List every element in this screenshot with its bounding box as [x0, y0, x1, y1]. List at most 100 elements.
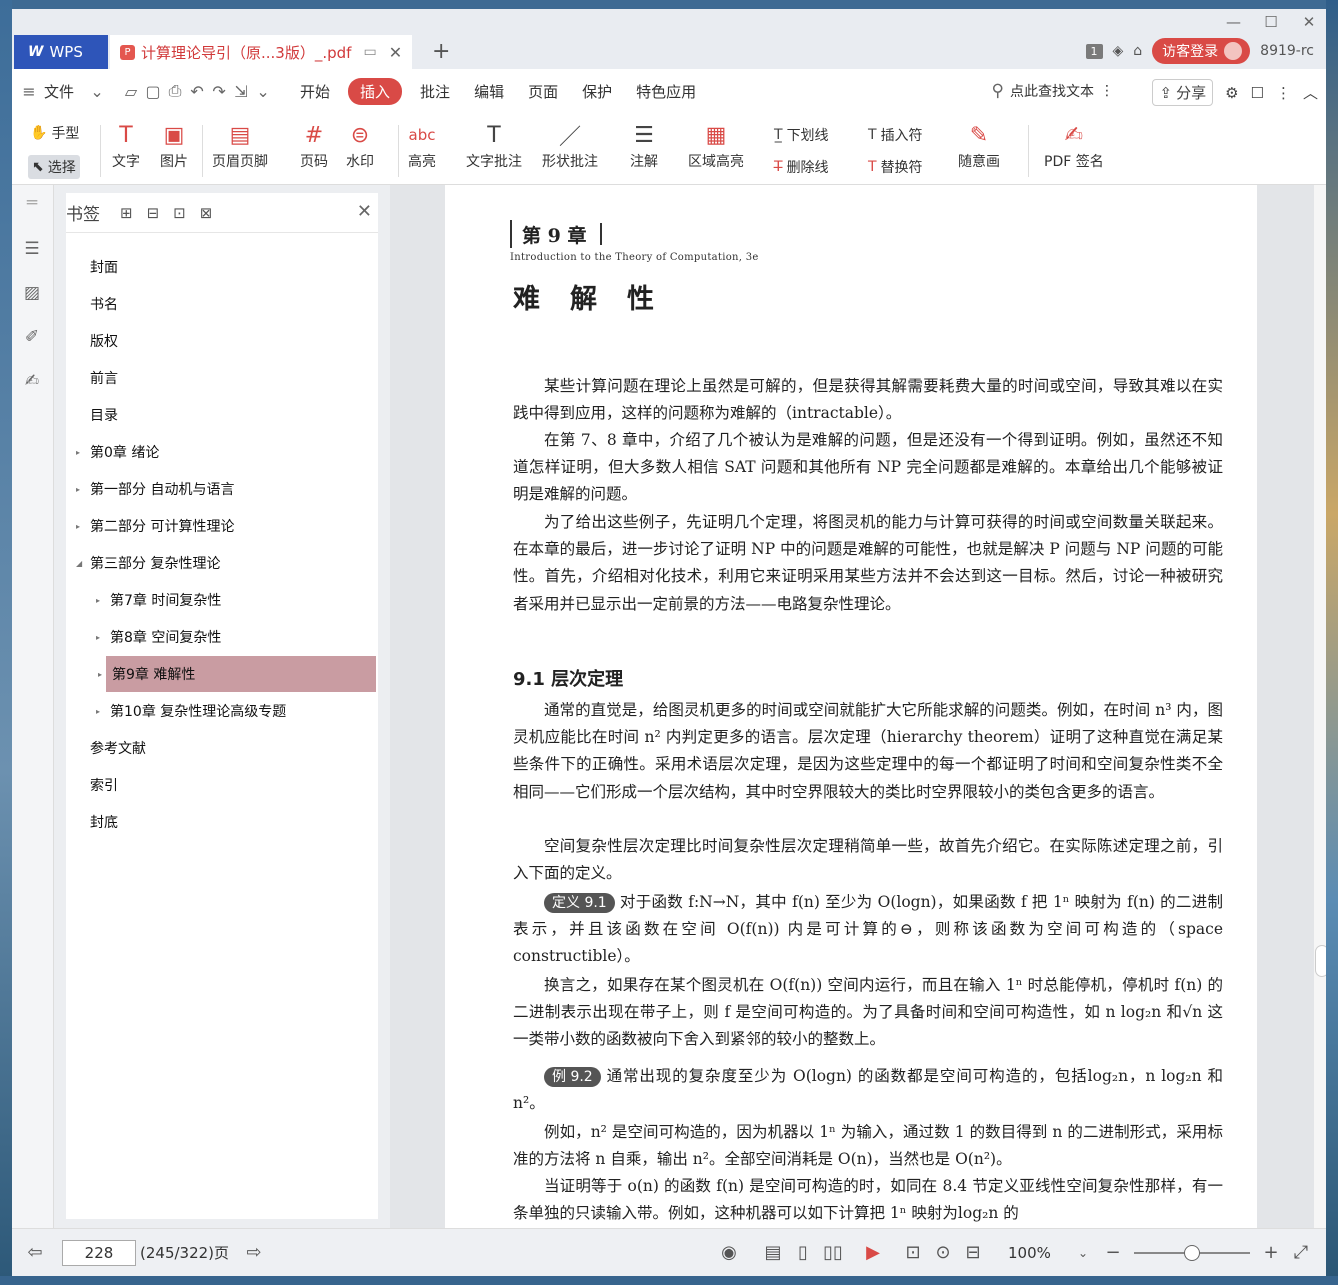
- kebab-icon[interactable]: ⋮: [1100, 83, 1114, 99]
- fit-width-icon[interactable]: ⊟: [958, 1242, 988, 1263]
- replace-char-button[interactable]: T 替换符: [868, 157, 923, 177]
- bookmark-panel-icon[interactable]: ☰: [22, 239, 42, 259]
- settings-gear-icon[interactable]: ⚙: [1225, 84, 1238, 102]
- fullscreen-icon[interactable]: ⤢: [1286, 1242, 1316, 1263]
- tab-insert[interactable]: 插入: [348, 77, 403, 105]
- bookmark-item[interactable]: ▸ 第二部分 可计算性理论: [66, 508, 378, 544]
- skin-icon[interactable]: ◈: [1113, 43, 1124, 59]
- collapse-ribbon-icon[interactable]: ︿: [1303, 82, 1318, 103]
- tab-annotate[interactable]: 批注: [408, 81, 462, 102]
- monitor-icon[interactable]: ▭: [363, 44, 376, 60]
- login-button[interactable]: 访客登录: [1152, 38, 1251, 64]
- redo-icon[interactable]: ↷: [208, 82, 230, 101]
- bookmark-item[interactable]: 目录: [66, 397, 378, 433]
- eye-protection-icon[interactable]: ◉: [714, 1242, 744, 1263]
- highlight-button[interactable]: abc 高亮: [408, 119, 436, 171]
- caret-right-icon[interactable]: ▸: [96, 707, 106, 716]
- close-window-icon[interactable]: ✕: [1302, 13, 1316, 31]
- tab-wps-home[interactable]: W WPS: [14, 35, 108, 69]
- comment-button[interactable]: ☰ 注解: [630, 119, 658, 171]
- shape-annotation-button[interactable]: ／ 形状批注: [542, 119, 598, 171]
- bookmark-item[interactable]: 参考文献: [66, 730, 378, 766]
- maximize-icon[interactable]: ☐: [1264, 13, 1278, 31]
- bookmark-item[interactable]: ▸ 第7章 时间复杂性: [66, 582, 378, 618]
- share-button[interactable]: ⇪ 分享: [1152, 79, 1214, 106]
- tab-protect[interactable]: 保护: [570, 81, 624, 102]
- bookmark-item[interactable]: ▸ 第0章 绪论: [66, 434, 378, 470]
- close-sidebar-icon[interactable]: ✕: [357, 201, 372, 222]
- caret-right-icon[interactable]: ▸: [96, 596, 106, 605]
- pdf-sign-button[interactable]: ✍ PDF 签名: [1044, 119, 1104, 171]
- hamburger-icon[interactable]: ≡: [18, 82, 40, 101]
- save-icon[interactable]: ▢: [142, 82, 164, 101]
- add-sub-bookmark-icon[interactable]: ⊟: [147, 204, 160, 222]
- bookmark-item[interactable]: ▸ 第一部分 自动机与语言: [66, 471, 378, 507]
- insert-image-button[interactable]: ▣ 图片: [160, 119, 188, 171]
- caret-down-icon[interactable]: ◢: [76, 559, 86, 568]
- header-footer-button[interactable]: ▤ 页眉页脚: [212, 119, 268, 171]
- window-count-badge[interactable]: 1: [1085, 43, 1103, 59]
- scrollbar-thumb[interactable]: [1315, 945, 1326, 977]
- page-number-input[interactable]: 228: [62, 1239, 136, 1266]
- zoom-level[interactable]: 100%: [1008, 1244, 1068, 1262]
- double-page-icon[interactable]: ▯▯: [818, 1242, 848, 1263]
- thumbnail-panel-icon[interactable]: ▨: [22, 283, 42, 303]
- search-box[interactable]: ⚲ 点此查找文本 ⋮: [992, 81, 1114, 101]
- bookmark-item[interactable]: ◢ 第三部分 复杂性理论: [66, 545, 378, 581]
- hand-tool-button[interactable]: ✋ 手型: [30, 123, 79, 143]
- tab-start[interactable]: 开始: [288, 81, 342, 102]
- tab-special[interactable]: 特色应用: [624, 81, 708, 102]
- print-icon[interactable]: ⎙: [164, 81, 186, 101]
- more-dropdown-icon[interactable]: ⌄: [252, 82, 274, 101]
- play-icon[interactable]: ▶: [858, 1242, 888, 1263]
- single-page-icon[interactable]: ▯: [788, 1242, 818, 1263]
- close-tab-icon[interactable]: ✕: [389, 43, 402, 62]
- bookmark-item[interactable]: 封面: [66, 249, 378, 285]
- underline-button[interactable]: T̲ 下划线: [774, 125, 829, 145]
- minimize-icon[interactable]: —: [1226, 13, 1241, 31]
- bookmark-options-icon[interactable]: ⊠: [200, 204, 213, 222]
- text-annotation-button[interactable]: T 文字批注: [466, 119, 522, 171]
- file-menu[interactable]: 文件: [40, 81, 86, 102]
- freehand-button[interactable]: ✎ 随意画: [958, 119, 1000, 171]
- bookmark-item[interactable]: ▸ 第10章 复杂性理论高级专题: [66, 693, 378, 729]
- zoom-in-icon[interactable]: +: [1256, 1242, 1286, 1263]
- caret-right-icon[interactable]: ▸: [98, 670, 108, 679]
- bookmark-item[interactable]: 前言: [66, 360, 378, 396]
- new-tab-button[interactable]: +: [432, 39, 450, 64]
- annotation-panel-icon[interactable]: ✐: [22, 327, 42, 347]
- bookmark-item[interactable]: 封底: [66, 804, 378, 840]
- actual-size-icon[interactable]: ⊡: [898, 1242, 928, 1263]
- zoom-slider-knob[interactable]: [1184, 1244, 1200, 1261]
- undo-icon[interactable]: ↶: [186, 82, 208, 101]
- next-page-icon[interactable]: ⇨: [239, 1242, 269, 1263]
- bookmark-item[interactable]: 版权: [66, 323, 378, 359]
- zoom-dropdown-icon[interactable]: ⌄: [1068, 1246, 1098, 1260]
- zoom-slider[interactable]: [1134, 1244, 1250, 1261]
- shirt-icon[interactable]: ⌂: [1133, 43, 1142, 59]
- prev-page-icon[interactable]: ⇦: [20, 1242, 50, 1263]
- signature-panel-icon[interactable]: ✍: [22, 371, 42, 391]
- caret-right-icon[interactable]: ▸: [96, 633, 106, 642]
- expand-bookmark-icon[interactable]: ⊡: [173, 204, 186, 222]
- bookmark-item[interactable]: 书名: [66, 286, 378, 322]
- open-folder-icon[interactable]: ▱: [120, 82, 142, 101]
- caret-right-icon[interactable]: ▸: [76, 522, 86, 531]
- export-icon[interactable]: ⇲: [230, 82, 252, 101]
- select-tool-button[interactable]: ⬉ 选择: [28, 155, 80, 179]
- strikethrough-button[interactable]: T̶ 删除线: [774, 157, 829, 177]
- bookmark-item[interactable]: ▸ 第8章 空间复杂性: [66, 619, 378, 655]
- area-highlight-button[interactable]: ▦ 区域高亮: [688, 119, 744, 171]
- insert-char-button[interactable]: T 插入符: [868, 125, 923, 145]
- watermark-button[interactable]: ⊜ 水印: [346, 119, 374, 171]
- fit-page-icon[interactable]: ⊙: [928, 1242, 958, 1263]
- page-number-button[interactable]: # 页码: [300, 119, 328, 171]
- insert-text-button[interactable]: T 文字: [112, 119, 140, 171]
- bookmark-item[interactable]: 索引: [66, 767, 378, 803]
- continuous-view-icon[interactable]: ▤: [758, 1242, 788, 1263]
- tab-document[interactable]: P 计算理论导引（原...3版）_.pdf ▭ ✕: [110, 35, 412, 69]
- tab-page[interactable]: 页面: [516, 81, 570, 102]
- tab-edit[interactable]: 编辑: [462, 81, 516, 102]
- caret-right-icon[interactable]: ▸: [76, 448, 86, 457]
- add-bookmark-icon[interactable]: ⊞: [120, 204, 133, 222]
